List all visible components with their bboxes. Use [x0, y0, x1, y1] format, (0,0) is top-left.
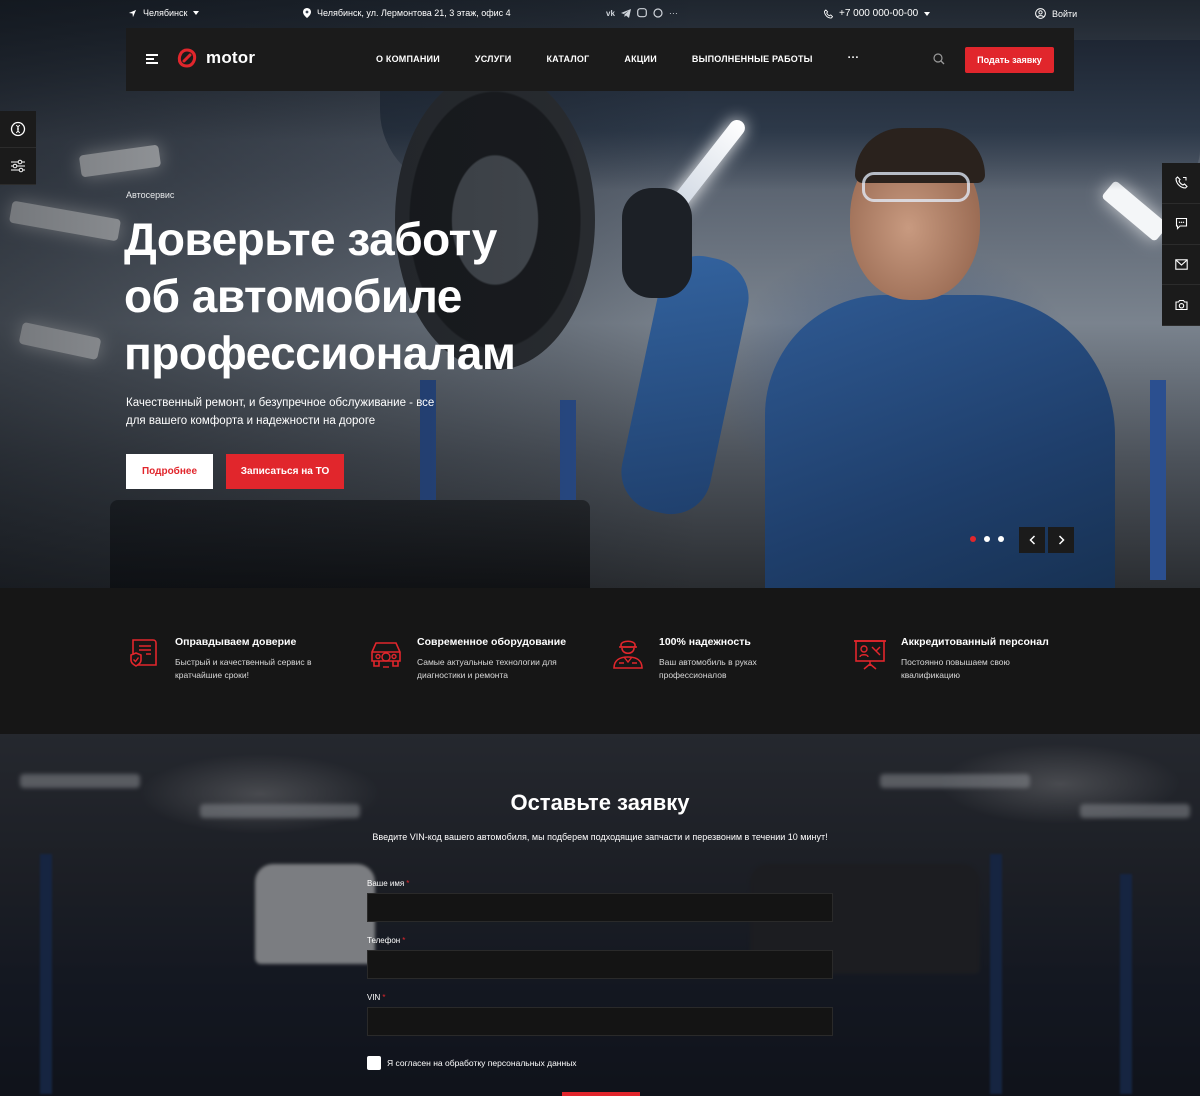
motor-logo-icon — [177, 48, 197, 68]
camera-button[interactable] — [1162, 285, 1200, 326]
right-widget-panel — [1162, 163, 1200, 326]
hero-safety-glasses — [862, 172, 970, 202]
social-links: vk ··· — [606, 8, 678, 18]
chevron-left-icon — [1028, 535, 1035, 545]
phone-number: +7 000 000-00-00 — [839, 8, 919, 19]
vk-icon[interactable]: vk — [606, 9, 615, 18]
menu-item-about[interactable]: О компании — [376, 54, 440, 64]
location-arrow-icon — [128, 9, 137, 17]
telegram-icon[interactable] — [620, 8, 631, 18]
required-marker: * — [406, 879, 410, 888]
brand-toggle[interactable] — [0, 111, 36, 148]
hero-title-line: Доверьте заботу — [124, 213, 497, 265]
callback-button[interactable] — [1162, 163, 1200, 204]
feature-description: Ваш автомобиль в руках профессионалов — [659, 657, 757, 680]
chevron-down-icon — [193, 11, 200, 15]
vin-field-label-text: VIN — [367, 993, 381, 1002]
email-button[interactable] — [1162, 245, 1200, 286]
required-marker: * — [402, 936, 406, 945]
consent-row: Я согласен на обработку персональных дан… — [367, 1056, 577, 1070]
menu-item-services[interactable]: Услуги — [475, 54, 512, 64]
city-selector[interactable]: Челябинск — [128, 8, 200, 18]
phone-callback-icon — [1174, 176, 1188, 189]
chat-button[interactable] — [1162, 204, 1200, 245]
logo-text: motor — [206, 48, 256, 67]
slider-dot[interactable] — [970, 536, 976, 542]
menu-item-completed-works[interactable]: Выполненные работы — [692, 54, 813, 64]
whatsapp-icon[interactable] — [653, 8, 663, 18]
search-icon[interactable] — [933, 53, 945, 65]
chevron-right-icon — [1058, 535, 1065, 545]
feature-description: Быстрый и качественный сервис в кратчайш… — [175, 657, 312, 680]
hero-subtitle: Качественный ремонт, и безупречное обслу… — [126, 397, 435, 427]
form-title: Оставьте заявку — [510, 790, 690, 815]
left-widget-panel — [0, 111, 36, 185]
submit-request-button[interactable]: Подать заявку — [965, 47, 1054, 73]
chat-icon — [1175, 218, 1187, 230]
presentation-board-icon — [854, 640, 886, 670]
request-form-section: Оставьте заявку Введите VIN-код вашего а… — [0, 734, 1200, 1096]
hero-title: Доверьте заботу об автомобиле профессион… — [124, 211, 644, 382]
feature-title: Аккредитованный персонал — [901, 636, 1049, 648]
slider-prev-button[interactable] — [1019, 527, 1045, 553]
slider-next-button[interactable] — [1048, 527, 1074, 553]
camera-icon — [1174, 300, 1188, 311]
name-field-label: Ваше имя * — [367, 879, 409, 888]
mail-icon — [1174, 259, 1188, 270]
more-button[interactable]: Подробнее — [126, 454, 213, 489]
main-navbar: motor О компании Услуги Каталог Акции Вы… — [126, 28, 1074, 91]
menu-item-catalog[interactable]: Каталог — [546, 54, 589, 64]
address-label: Челябинск, ул. Лермонтова 21, 3 этаж, оф… — [317, 8, 511, 18]
hero-lift-post — [1150, 380, 1166, 580]
feature-title: Современное оборудование — [417, 636, 567, 648]
more-icon[interactable]: ··· — [669, 8, 678, 18]
logo[interactable]: motor — [176, 47, 255, 69]
map-pin-icon — [303, 8, 311, 18]
main-menu: О компании Услуги Каталог Акции Выполнен… — [376, 52, 860, 64]
feature-title: 100% надежность — [659, 636, 751, 648]
name-field-label-text: Ваше имя — [367, 879, 405, 888]
settings-toggle[interactable] — [0, 148, 36, 185]
form-submit-button[interactable] — [562, 1092, 640, 1096]
city-label: Челябинск — [143, 8, 188, 18]
vin-field-label: VIN * — [367, 993, 385, 1002]
certificate-icon — [130, 639, 157, 667]
hero-title-line: об автомобиле — [124, 270, 462, 322]
feature-description: Самые актуальные технологии для диагност… — [417, 657, 557, 680]
login-label: Войти — [1052, 8, 1078, 19]
menu-item-promotions[interactable]: Акции — [624, 54, 657, 64]
theme-icon — [10, 121, 26, 137]
consent-checkbox[interactable] — [367, 1056, 381, 1070]
menu-more-icon[interactable]: ··· — [848, 52, 860, 64]
slider-dot[interactable] — [984, 536, 990, 542]
car-diagnostics-icon — [371, 642, 401, 668]
hero-title-line: профессионалам — [124, 327, 516, 379]
vin-input[interactable] — [367, 1007, 833, 1036]
mechanic-icon — [613, 640, 643, 669]
phone-field-label-text: Телефон — [367, 936, 401, 945]
signup-maintenance-button[interactable]: Записаться на ТО — [226, 454, 344, 489]
login-link[interactable]: Войти — [1035, 8, 1077, 19]
feature-description: Постоянно повышаем свою квалификацию — [901, 657, 1010, 680]
required-marker: * — [382, 993, 386, 1002]
viber-icon[interactable] — [637, 8, 647, 18]
slider-dots — [970, 536, 1004, 542]
consent-label: Я согласен на обработку персональных дан… — [387, 1058, 577, 1068]
form-subtitle: Введите VIN-код вашего автомобиля, мы по… — [372, 832, 828, 842]
feature-title: Оправдываем доверие — [175, 636, 297, 648]
top-bar: Челябинск Челябинск, ул. Лермонтова 21, … — [0, 0, 1200, 28]
phone-field-label: Телефон * — [367, 936, 405, 945]
features-section: Оправдываем доверие Быстрый и качественн… — [0, 588, 1200, 734]
name-input[interactable] — [367, 893, 833, 922]
phone-selector[interactable]: +7 000 000-00-00 — [824, 8, 931, 19]
chevron-down-icon — [924, 11, 931, 16]
user-icon — [1035, 8, 1046, 19]
sliders-icon — [11, 159, 25, 173]
phone-input[interactable] — [367, 950, 833, 979]
address: Челябинск, ул. Лермонтова 21, 3 этаж, оф… — [303, 8, 511, 18]
slider-dot[interactable] — [998, 536, 1004, 542]
phone-icon — [824, 8, 833, 19]
hero-eyebrow: Автосервис — [126, 190, 175, 200]
burger-menu-icon[interactable] — [146, 54, 158, 64]
